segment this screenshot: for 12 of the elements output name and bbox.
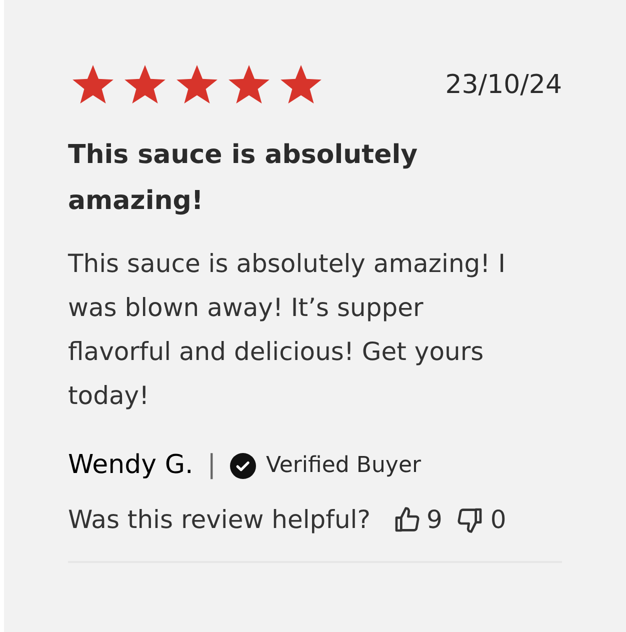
helpful-prompt: Was this review helpful?: [68, 504, 371, 536]
separator: |: [207, 449, 216, 482]
review-title: This sauce is absolutely amazing!: [68, 139, 419, 218]
thumbs-down-icon: [456, 506, 484, 534]
verified-buyer-label: Verified Buyer: [266, 452, 422, 480]
author-name: Wendy G.: [68, 449, 194, 482]
thumbs-up-icon: [392, 506, 421, 534]
upvote-button[interactable]: 9: [392, 501, 442, 538]
downvote-button[interactable]: 0: [456, 501, 506, 538]
verified-check-icon: [230, 452, 256, 478]
review-body: This sauce is absolutely amazing! I was blown away! It’s supper flavorful and delicious! Get yours today!: [68, 248, 506, 412]
review-date: 23/10/24: [445, 68, 562, 102]
